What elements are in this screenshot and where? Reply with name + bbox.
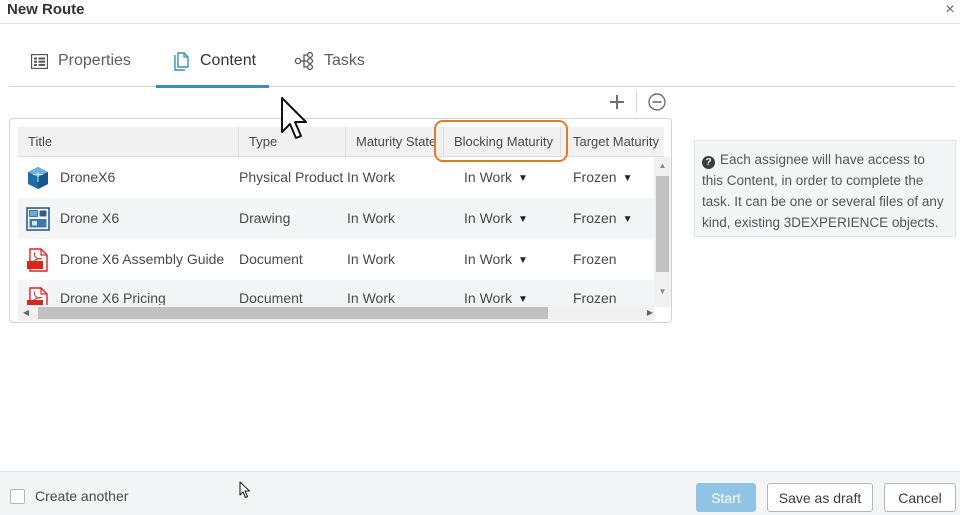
table-row[interactable]: Drone X6 Pricing Document In Work In Wor… [18, 280, 664, 307]
cell-type: Document [239, 251, 303, 267]
cell-maturity-state: In Work [347, 169, 395, 185]
chevron-down-icon: ▼ [622, 173, 633, 184]
dropdown-value: In Work [464, 169, 512, 185]
cell-title[interactable]: Drone X6 Pricing [60, 280, 235, 307]
cell-type: Physical Product [239, 169, 344, 185]
cell-maturity-state: In Work [347, 290, 395, 306]
cell-target-maturity: Frozen [573, 290, 617, 306]
cancel-button[interactable]: Cancel [884, 483, 956, 512]
pdf-icon [26, 248, 50, 272]
cell-target-maturity: Frozen [573, 251, 617, 267]
tab-label: Tasks [324, 52, 365, 69]
dropdown-value: In Work [464, 251, 512, 267]
plus-icon[interactable] [606, 91, 628, 113]
column-highlight-annotation [434, 120, 568, 162]
dropdown-value: Frozen [573, 169, 617, 185]
tab-bar: Properties Content Tasks [9, 36, 955, 88]
new-route-dialog: New Route × Properties Content Tasks Tit… [0, 0, 960, 515]
close-icon[interactable]: × [942, 2, 958, 18]
tab-tasks[interactable]: Tasks [294, 36, 365, 86]
dialog-footer: Create another Start Save as draft Cance… [0, 471, 960, 515]
cell-type: Drawing [239, 210, 291, 226]
chevron-down-icon: ▼ [517, 214, 528, 225]
tab-properties[interactable]: Properties [30, 36, 131, 86]
info-panel: ? Each assignee will have access to this … [694, 140, 956, 237]
question-circle-icon: ? [702, 156, 715, 169]
dropdown-value: In Work [464, 210, 512, 226]
tab-label: Properties [58, 52, 131, 69]
vertical-scroll-thumb[interactable] [656, 176, 669, 272]
cell-title[interactable]: Drone X6 Assembly Guide [60, 239, 235, 280]
active-tab-indicator [156, 85, 269, 88]
scroll-right-icon[interactable]: ▶ [642, 305, 658, 321]
dialog-title: New Route [7, 1, 85, 18]
content-table: Title Type Maturity State Blocking Matur… [9, 118, 672, 323]
table-row[interactable]: DroneX6 Physical Product In Work In Work… [18, 157, 664, 198]
minus-circle-icon[interactable] [646, 91, 668, 113]
workflow-icon [294, 52, 316, 70]
dialog-header: New Route × [0, 0, 960, 24]
table-body: DroneX6 Physical Product In Work In Work… [18, 157, 664, 307]
cell-maturity-state: In Work [347, 251, 395, 267]
blocking-maturity-dropdown[interactable]: In Work ▼ [464, 239, 559, 280]
column-header-title[interactable]: Title [18, 127, 239, 157]
scroll-down-icon[interactable]: ▼ [654, 285, 671, 299]
pdf-icon [26, 287, 50, 307]
toolbar-separator [636, 91, 637, 113]
blocking-maturity-dropdown[interactable]: In Work ▼ [464, 157, 559, 198]
chevron-down-icon: ▼ [517, 255, 528, 266]
save-as-draft-button[interactable]: Save as draft [767, 483, 873, 512]
info-text: Each assignee will have access to this C… [702, 152, 944, 230]
create-another-checkbox[interactable] [10, 489, 25, 504]
3d-part-icon [26, 166, 50, 190]
cell-maturity-state: In Work [347, 210, 395, 226]
blocking-maturity-dropdown[interactable]: In Work ▼ [464, 280, 559, 307]
document-icon [172, 51, 190, 71]
target-maturity-dropdown[interactable]: Frozen ▼ [573, 198, 661, 239]
mouse-cursor-icon [239, 481, 251, 499]
dropdown-value: Frozen [573, 210, 617, 226]
cell-title[interactable]: DroneX6 [60, 157, 235, 198]
cell-title[interactable]: Drone X6 [60, 198, 235, 239]
create-another-label[interactable]: Create another [35, 488, 128, 504]
scroll-up-icon[interactable]: ▲ [654, 159, 671, 173]
horizontal-scrollbar[interactable]: ◀ ▶ [18, 305, 654, 321]
dropdown-value: In Work [464, 290, 512, 306]
column-header-maturity-state[interactable]: Maturity State [346, 127, 444, 157]
target-maturity-dropdown[interactable]: Frozen ▼ [573, 157, 661, 198]
cell-type: Document [239, 290, 303, 306]
tab-label: Content [200, 52, 257, 69]
scroll-left-icon[interactable]: ◀ [18, 305, 34, 321]
vertical-scrollbar[interactable]: ▲ ▼ [654, 157, 671, 307]
table-row[interactable]: Drone X6 Assembly Guide Document In Work… [18, 239, 664, 280]
horizontal-scroll-thumb[interactable] [38, 307, 548, 319]
table-row[interactable]: Drone X6 Drawing In Work In Work ▼ Frozen… [18, 198, 664, 239]
chevron-down-icon: ▼ [517, 294, 528, 305]
mouse-cursor-icon [281, 97, 307, 139]
drawing-icon [26, 207, 50, 231]
chevron-down-icon: ▼ [622, 214, 633, 225]
start-button[interactable]: Start [696, 483, 756, 512]
blocking-maturity-dropdown[interactable]: In Work ▼ [464, 198, 559, 239]
column-header-target-maturity[interactable]: Target Maturity [561, 127, 664, 157]
tab-content[interactable]: Content [172, 36, 256, 86]
properties-icon [30, 52, 48, 70]
chevron-down-icon: ▼ [517, 173, 528, 184]
